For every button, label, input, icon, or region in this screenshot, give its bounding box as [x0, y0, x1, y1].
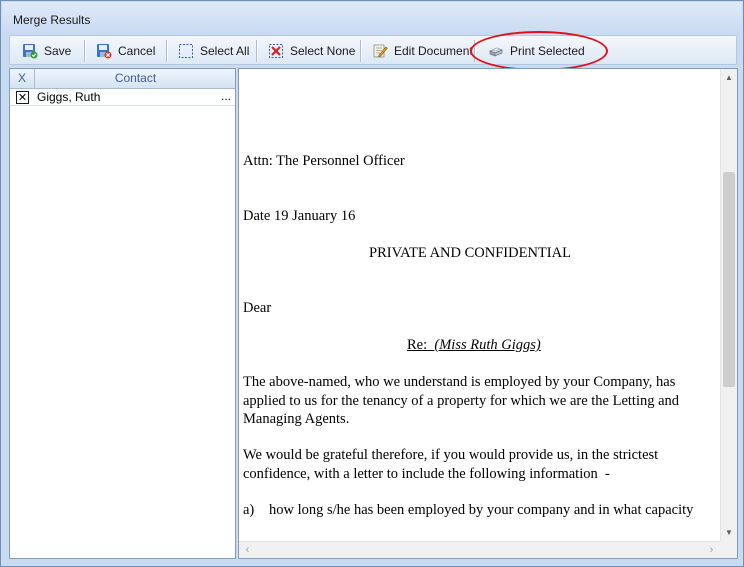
paragraph-1-line-1: The above-named, who we understand is em… — [243, 374, 676, 390]
paragraph-1-line-3: Managing Agents. — [243, 411, 350, 427]
attn-line: Attn: The Personnel Officer — [243, 153, 405, 169]
print-icon — [488, 43, 504, 59]
select-none-button[interactable]: Select None — [264, 39, 359, 63]
re-name: (Miss Ruth Giggs) — [434, 337, 541, 353]
scroll-down-arrow-icon[interactable]: ▼ — [721, 524, 737, 541]
toolbar-separator — [474, 40, 475, 62]
grid-header: X Contact — [10, 69, 235, 89]
select-none-icon — [268, 43, 284, 59]
save-label: Save — [44, 44, 72, 58]
re-line: Re: (Miss Ruth Giggs) — [407, 336, 627, 355]
print-selected-label: Print Selected — [510, 44, 585, 58]
toolbar: Save Cancel Select All Select None Edit … — [9, 35, 737, 65]
edit-document-label: Edit Document — [394, 44, 473, 58]
select-none-label: Select None — [290, 44, 356, 58]
window-title: Merge Results — [13, 13, 91, 27]
edit-document-button[interactable]: Edit Document — [368, 39, 477, 63]
vertical-scroll-thumb[interactable] — [723, 172, 735, 387]
toolbar-separator — [360, 40, 361, 62]
document-preview[interactable]: Attn: The Personnel Officer Date 19 Janu… — [238, 68, 738, 559]
save-icon — [22, 43, 38, 59]
confidential-heading: PRIVATE AND CONFIDENTIAL — [369, 245, 571, 261]
cancel-button[interactable]: Cancel — [92, 39, 159, 63]
contact-name: Giggs, Ruth — [37, 90, 101, 104]
cancel-label: Cancel — [118, 44, 156, 58]
select-all-label: Select All — [200, 44, 250, 58]
vertical-scrollbar[interactable]: ▲ ▼ — [720, 69, 737, 541]
column-header-contact[interactable]: Contact — [36, 69, 235, 88]
title-bar: Merge Results — [2, 2, 742, 34]
item-a-text: how long s/he has been employed by your … — [269, 502, 694, 518]
scroll-right-arrow-icon[interactable]: › — [703, 542, 720, 558]
edit-document-icon — [372, 43, 388, 59]
contacts-grid: X Contact ✕ Giggs, Ruth ... — [9, 68, 236, 559]
re-label: Re: — [407, 337, 428, 353]
table-row[interactable]: ✕ Giggs, Ruth ... — [10, 89, 235, 106]
paragraph-1-line-2: applied to us for the tenancy of a prope… — [243, 392, 680, 409]
salutation: Dear — [243, 300, 272, 316]
select-all-icon — [178, 43, 194, 59]
horizontal-scrollbar[interactable]: ‹ › — [239, 541, 720, 558]
row-checkbox[interactable]: ✕ — [16, 91, 29, 104]
save-button[interactable]: Save — [18, 39, 75, 63]
scrollbar-corner — [720, 541, 737, 558]
scroll-up-arrow-icon[interactable]: ▲ — [721, 69, 737, 86]
toolbar-separator — [256, 40, 257, 62]
print-selected-button[interactable]: Print Selected — [484, 39, 589, 63]
paragraph-2-line-2: confidence, with a letter to include the… — [243, 465, 610, 482]
select-all-button[interactable]: Select All — [174, 39, 253, 63]
scroll-left-arrow-icon[interactable]: ‹ — [239, 542, 256, 558]
date-line: Date 19 January 16 — [243, 208, 356, 224]
paragraph-2-line-1: We would be grateful therefore, if you w… — [243, 447, 659, 463]
toolbar-separator — [166, 40, 167, 62]
toolbar-separator — [84, 40, 85, 62]
merge-results-window: Merge Results Save Cancel Select All Sel… — [0, 0, 744, 567]
cancel-icon — [96, 43, 112, 59]
column-header-x[interactable]: X — [10, 69, 35, 88]
row-more-button[interactable]: ... — [221, 89, 231, 103]
